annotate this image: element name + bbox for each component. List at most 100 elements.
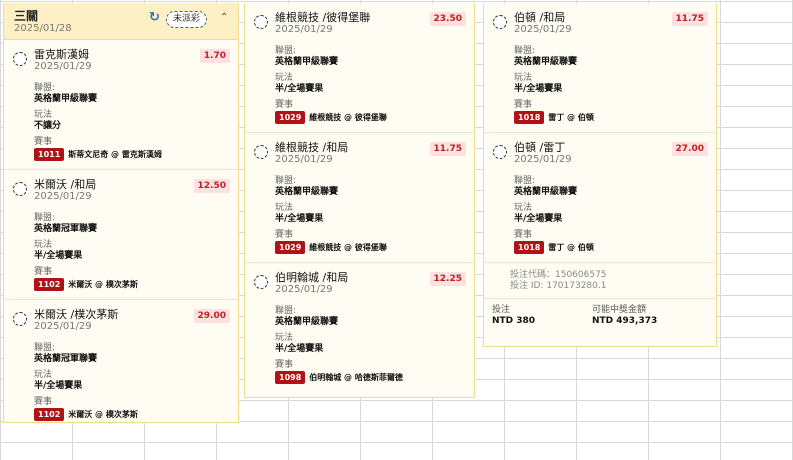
match-name: 伯明翰城 @ 哈德斯菲爾德 — [309, 373, 403, 382]
match-name: 雷丁 @ 伯頓 — [548, 113, 594, 122]
league-label: 聯盟: — [514, 176, 536, 186]
chevron-up-icon[interactable]: ⌃ — [220, 12, 228, 24]
match-code-badge: 1029 — [275, 241, 306, 254]
bet-list: 伯頓 /和局 2025/01/29 聯盟: 英格蘭甲級聯賽 玩法 半/全場賽果 … — [484, 3, 716, 262]
odds-badge: 11.75 — [671, 12, 708, 26]
match-label: 賽事 — [275, 360, 294, 370]
bet-leg: 米爾沃 /樸次茅斯 2025/01/29 聯盟: 英格蘭冠軍聯賽 玩法 半/全場… — [4, 300, 238, 422]
market-label: 玩法 — [514, 73, 533, 83]
leg-radio-button[interactable] — [13, 182, 27, 196]
league-value: 英格蘭甲級聯賽 — [514, 187, 578, 197]
match-label: 賽事 — [514, 230, 533, 240]
league-value: 英格蘭甲級聯賽 — [275, 187, 339, 197]
payout-label: 可能中獎金額 — [592, 305, 647, 315]
league-value: 英格蘭冠軍聯賽 — [34, 354, 98, 364]
match-label: 賽事 — [275, 100, 294, 110]
leg-radio-button[interactable] — [254, 145, 268, 159]
market-value: 半/全場賽果 — [34, 381, 83, 391]
bet-slip-column-1: 三關 2025/01/28 ↻ 未派彩 ⌃ 雷克斯漢姆 2025/01/29 聯… — [3, 3, 239, 423]
market-label: 玩法 — [514, 203, 533, 213]
league-label: 聯盟: — [275, 176, 297, 186]
match-label: 賽事 — [34, 267, 53, 277]
market-value: 半/全場賽果 — [275, 344, 324, 354]
league-label: 聯盟: — [34, 343, 56, 353]
match-name: 米爾沃 @ 樸次茅斯 — [68, 410, 138, 419]
status-badge: 未派彩 — [166, 11, 208, 28]
match-code-badge: 1011 — [34, 148, 65, 161]
bet-identifiers: 投注代碼：150606575 投注 ID: 170173280.1 — [484, 262, 716, 298]
odds-badge: 1.70 — [199, 49, 230, 63]
odds-badge: 29.00 — [193, 309, 230, 323]
market-value: 半/全場賽果 — [275, 214, 324, 224]
leg-radio-button[interactable] — [493, 145, 507, 159]
leg-radio-button[interactable] — [254, 275, 268, 289]
match-code-badge: 1098 — [275, 371, 306, 384]
leg-radio-button[interactable] — [493, 15, 507, 29]
totals: 投注 NTD 380 可能中獎金額 NTD 493,373 — [484, 298, 716, 334]
odds-badge: 12.25 — [429, 272, 466, 286]
bet-slip-column-3: 伯頓 /和局 2025/01/29 聯盟: 英格蘭甲級聯賽 玩法 半/全場賽果 … — [483, 3, 717, 347]
odds-badge: 27.00 — [671, 142, 708, 156]
bet-leg: 維根競技 /彼得堡聯 2025/01/29 聯盟: 英格蘭甲級聯賽 玩法 半/全… — [245, 3, 474, 133]
bet-leg: 伯明翰城 /和局 2025/01/29 聯盟: 英格蘭甲級聯賽 玩法 半/全場賽… — [245, 263, 474, 392]
bet-id: 投注 ID: 170173280.1 — [510, 281, 607, 291]
market-label: 玩法 — [34, 370, 53, 380]
league-value: 英格蘭冠軍聯賽 — [34, 224, 98, 234]
bet-list: 維根競技 /彼得堡聯 2025/01/29 聯盟: 英格蘭甲級聯賽 玩法 半/全… — [245, 3, 474, 392]
match-label: 賽事 — [275, 230, 294, 240]
league-label: 聯盟: — [514, 46, 536, 56]
league-value: 英格蘭甲級聯賽 — [34, 94, 98, 104]
market-label: 玩法 — [275, 73, 294, 83]
league-label: 聯盟: — [275, 306, 297, 316]
market-value: 不讓分 — [34, 121, 62, 131]
market-value: 半/全場賽果 — [275, 84, 324, 94]
payout-value: NTD 493,373 — [592, 316, 658, 326]
league-value: 英格蘭甲級聯賽 — [275, 317, 339, 327]
refresh-icon[interactable]: ↻ — [149, 11, 161, 24]
market-label: 玩法 — [275, 203, 294, 213]
match-name: 維根競技 @ 彼得堡聯 — [309, 243, 387, 252]
league-label: 聯盟: — [34, 83, 56, 93]
leg-radio-button[interactable] — [254, 15, 268, 29]
match-code-badge: 1029 — [275, 111, 306, 124]
bet-leg: 維根競技 /和局 2025/01/29 聯盟: 英格蘭甲級聯賽 玩法 半/全場賽… — [245, 133, 474, 263]
bet-leg: 伯頓 /和局 2025/01/29 聯盟: 英格蘭甲級聯賽 玩法 半/全場賽果 … — [484, 3, 716, 133]
market-value: 半/全場賽果 — [34, 251, 83, 261]
odds-badge: 11.75 — [429, 142, 466, 156]
leg-radio-button[interactable] — [13, 312, 27, 326]
market-label: 玩法 — [34, 110, 53, 120]
match-code-badge: 1018 — [514, 241, 545, 254]
match-name: 雷丁 @ 伯頓 — [548, 243, 594, 252]
leg-radio-button[interactable] — [13, 52, 27, 66]
market-value: 半/全場賽果 — [514, 214, 563, 224]
league-value: 英格蘭甲級聯賽 — [514, 57, 578, 67]
bet-leg: 伯頓 /雷丁 2025/01/29 聯盟: 英格蘭甲級聯賽 玩法 半/全場賽果 … — [484, 133, 716, 262]
slip-header: 三關 2025/01/28 ↻ 未派彩 ⌃ — [4, 3, 238, 40]
match-label: 賽事 — [34, 397, 53, 407]
league-label: 聯盟: — [34, 213, 56, 223]
bet-slip-column-2: 維根競技 /彼得堡聯 2025/01/29 聯盟: 英格蘭甲級聯賽 玩法 半/全… — [244, 3, 475, 398]
league-label: 聯盟: — [275, 46, 297, 56]
match-label: 賽事 — [514, 100, 533, 110]
match-name: 米爾沃 @ 樸次茅斯 — [68, 280, 138, 289]
bet-code: 投注代碼：150606575 — [510, 270, 607, 280]
match-name: 斯蒂文尼奇 @ 雷克斯漢姆 — [68, 150, 162, 159]
odds-badge: 12.50 — [193, 179, 230, 193]
match-code-badge: 1102 — [34, 408, 65, 421]
match-code-badge: 1102 — [34, 278, 65, 291]
match-name: 維根競技 @ 彼得堡聯 — [309, 113, 387, 122]
match-label: 賽事 — [34, 137, 53, 147]
stake-total: 投注 NTD 380 — [492, 305, 592, 334]
bet-leg: 米爾沃 /和局 2025/01/29 聯盟: 英格蘭冠軍聯賽 玩法 半/全場賽果… — [4, 170, 238, 300]
bet-leg: 雷克斯漢姆 2025/01/29 聯盟: 英格蘭甲級聯賽 玩法 不讓分 賽事 1… — [4, 40, 238, 170]
bet-list: 雷克斯漢姆 2025/01/29 聯盟: 英格蘭甲級聯賽 玩法 不讓分 賽事 1… — [4, 40, 238, 422]
match-code-badge: 1018 — [514, 111, 545, 124]
market-value: 半/全場賽果 — [514, 84, 563, 94]
stake-label: 投注 — [492, 305, 511, 315]
league-value: 英格蘭甲級聯賽 — [275, 57, 339, 67]
market-label: 玩法 — [34, 240, 53, 250]
stake-value: NTD 380 — [492, 316, 536, 326]
odds-badge: 23.50 — [429, 12, 466, 26]
market-label: 玩法 — [275, 333, 294, 343]
payout-total: 可能中獎金額 NTD 493,373 — [592, 305, 692, 334]
